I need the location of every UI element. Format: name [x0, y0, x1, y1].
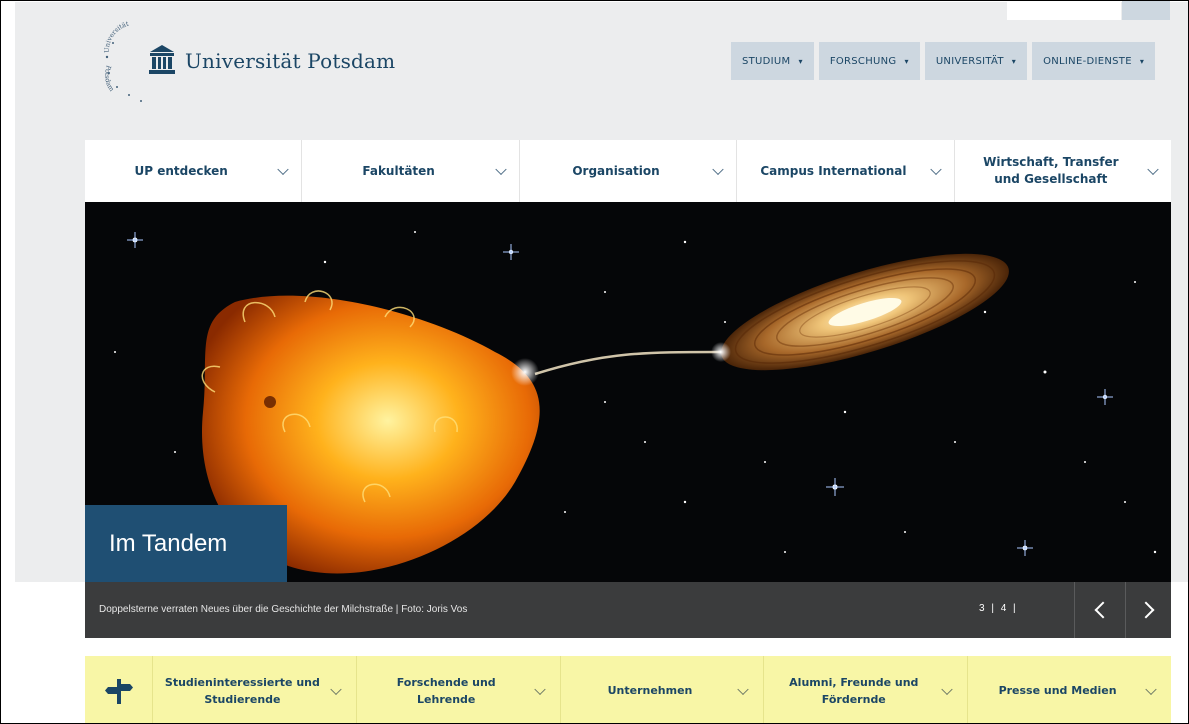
top-navigation: STUDIUM ▾ FORSCHUNG ▾ UNIVERSITÄT ▾ ONLINE-… [731, 42, 1156, 80]
slider-caption-bar: Doppelsterne verraten Neues über die Ges… [85, 582, 1171, 638]
topnav-label: STUDIUM [742, 55, 791, 67]
hero-title: Im Tandem [109, 529, 228, 557]
mainnav-label: Organisation [572, 163, 660, 178]
chevron-left-icon [1094, 601, 1111, 619]
mainnav-fakultaeten[interactable]: Fakultäten [302, 140, 520, 202]
chevron-down-icon [929, 163, 942, 176]
audience-label: Unternehmen [607, 684, 693, 697]
audience-label: Forschende und Lehrende [396, 675, 496, 706]
previous-slide-button[interactable] [1074, 582, 1124, 638]
audience-studierende[interactable]: Studieninteressierte und Studierende [153, 656, 357, 723]
brand-name[interactable]: Universität Potsdam [185, 49, 395, 73]
audience-presse[interactable]: Presse und Medien [968, 656, 1171, 723]
chevron-down-icon [941, 683, 953, 695]
mainnav-up-entdecken[interactable]: UP entdecken [85, 140, 303, 202]
chevron-down-icon [1145, 683, 1157, 695]
chevron-down-icon [330, 683, 342, 695]
seal-text-bottom: Potsdam [103, 64, 116, 93]
mainnav-label: UP entdecken [134, 163, 228, 178]
topnav-label: UNIVERSITÄT [935, 55, 1004, 67]
topnav-studium[interactable]: STUDIUM ▾ [731, 42, 814, 80]
audience-unternehmen[interactable]: Unternehmen [561, 656, 765, 723]
caret-down-icon: ▾ [798, 56, 803, 66]
signpost-icon [104, 678, 133, 704]
caret-down-icon: ▾ [904, 56, 909, 66]
audience-label: Studieninteressierte und Studierende [164, 675, 320, 706]
chevron-down-icon [1147, 163, 1159, 176]
audience-label: Alumni, Freunde und Fördernde [789, 675, 919, 706]
chevron-right-icon [1137, 601, 1154, 619]
chevron-down-icon [737, 683, 750, 695]
browser-viewport: Universität Potsdam Universität Potsdam … [0, 0, 1189, 724]
search-input[interactable] [1007, 1, 1121, 20]
seal-text-top: Universität [103, 20, 130, 53]
mainnav-campus-international[interactable]: Campus International [737, 140, 955, 202]
signpost-area [85, 656, 153, 723]
topnav-label: FORSCHUNG [829, 55, 897, 67]
audience-forschende[interactable]: Forschende und Lehrende [357, 656, 561, 723]
svg-text:Universität: Universität [103, 20, 130, 53]
chevron-down-icon [712, 163, 724, 176]
topnav-online-dienste[interactable]: ONLINE-DIENSTE ▾ [1032, 42, 1156, 80]
chevron-down-icon [277, 163, 290, 176]
hero-title-box[interactable]: Im Tandem [85, 505, 287, 582]
caret-down-icon: ▾ [1139, 56, 1145, 66]
mainnav-label: Campus International [760, 163, 907, 178]
slide-pager[interactable]: 3 | 4 | [979, 603, 1018, 614]
topnav-forschung[interactable]: FORSCHUNG ▾ [818, 42, 920, 80]
mainnav-label: Fakultäten [362, 163, 435, 178]
audience-label: Presse und Medien [998, 684, 1117, 697]
mainnav-organisation[interactable]: Organisation [520, 140, 738, 202]
search-button[interactable] [1122, 1, 1170, 20]
topnav-label: ONLINE-DIENSTE [1043, 55, 1132, 67]
caret-down-icon: ▾ [1011, 56, 1017, 66]
chevron-down-icon [495, 163, 507, 176]
main-navigation: UP entdecken Fakultäten Organisation Cam… [85, 140, 1171, 202]
next-slide-button[interactable] [1125, 582, 1171, 638]
mainnav-label: Wirtschaft, Transfer und Gesellschaft [983, 155, 1119, 186]
mainnav-wirtschaft[interactable]: Wirtschaft, Transfer und Gesellschaft [955, 140, 1171, 202]
audience-alumni[interactable]: Alumni, Freunde und Fördernde [764, 656, 969, 723]
university-building-icon [149, 45, 175, 74]
chevron-down-icon [533, 683, 546, 695]
slide-caption: Doppelsterne verraten Neues über die Ges… [99, 604, 468, 615]
topnav-universitaet[interactable]: UNIVERSITÄT ▾ [924, 42, 1028, 80]
audience-navigation: Studieninteressierte und Studierende For… [85, 656, 1171, 723]
svg-text:Potsdam: Potsdam [103, 64, 116, 93]
